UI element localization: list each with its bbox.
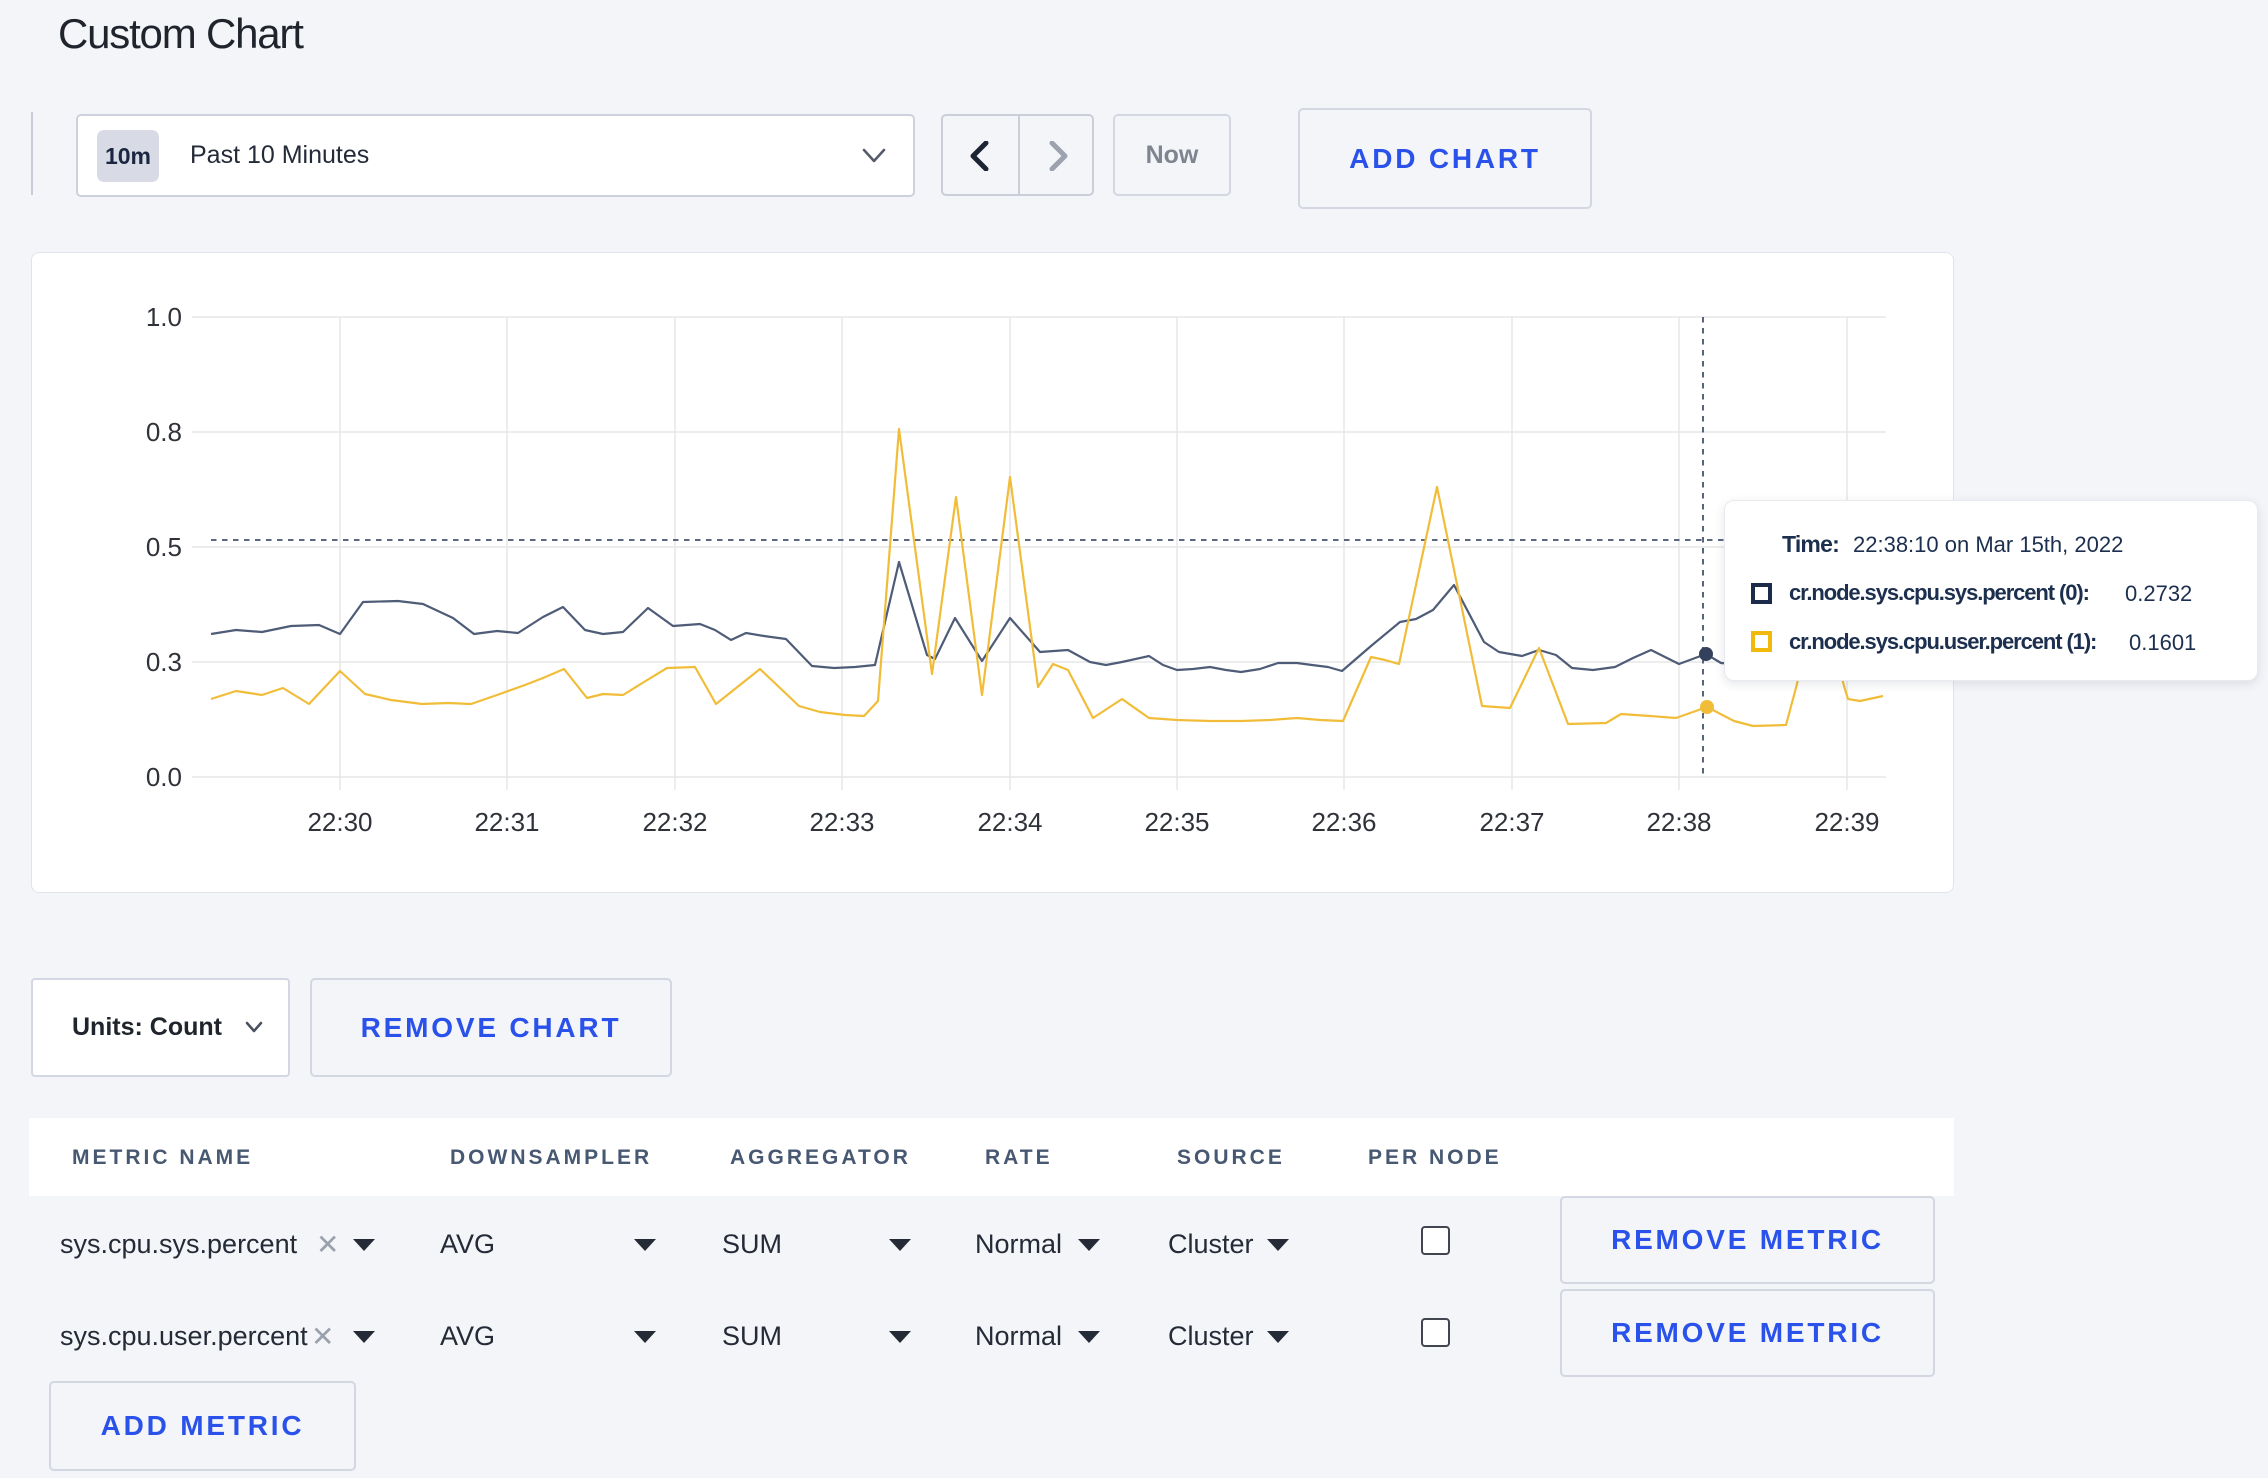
svg-text:22:34: 22:34 [977,807,1042,837]
svg-text:0.3: 0.3 [146,647,182,677]
svg-text:22:33: 22:33 [809,807,874,837]
svg-text:0.0: 0.0 [146,762,182,792]
svg-text:22:31: 22:31 [474,807,539,837]
svg-text:22:35: 22:35 [1144,807,1209,837]
svg-text:1.0: 1.0 [146,302,182,332]
svg-text:22:32: 22:32 [642,807,707,837]
svg-text:22:38: 22:38 [1646,807,1711,837]
svg-text:22:37: 22:37 [1479,807,1544,837]
svg-text:22:30: 22:30 [307,807,372,837]
svg-text:22:36: 22:36 [1311,807,1376,837]
svg-text:22:39: 22:39 [1814,807,1879,837]
svg-text:0.8: 0.8 [146,417,182,447]
svg-text:0.5: 0.5 [146,532,182,562]
